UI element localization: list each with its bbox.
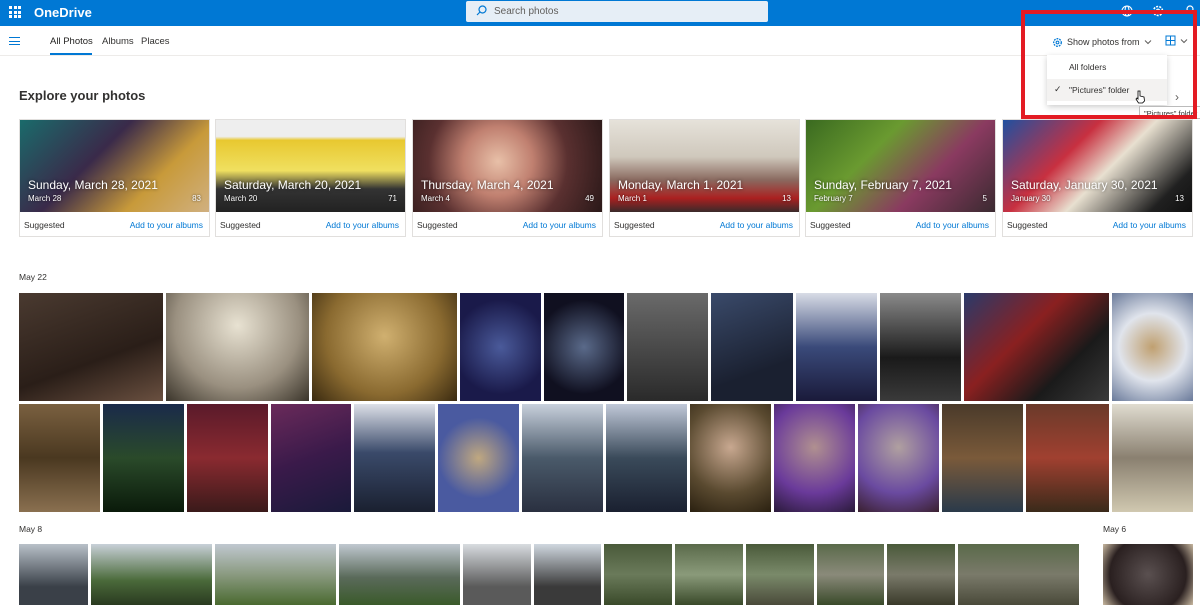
suggested-album-card[interactable]: Sunday, February 7, 2021 February 7 5 Su… bbox=[805, 119, 996, 237]
photo-thumbnail[interactable] bbox=[887, 544, 955, 605]
tab-all-photos[interactable]: All Photos bbox=[50, 36, 93, 47]
add-to-albums-link[interactable]: Add to your albums bbox=[523, 220, 596, 230]
photo-thumbnail[interactable] bbox=[522, 404, 603, 512]
photo-thumbnail[interactable] bbox=[544, 293, 624, 401]
album-count: 83 bbox=[192, 194, 201, 203]
photo-thumbnail[interactable] bbox=[627, 293, 708, 401]
photo-thumbnail[interactable] bbox=[312, 293, 457, 401]
active-tab-indicator bbox=[50, 53, 92, 55]
photo-thumbnail[interactable] bbox=[1112, 404, 1193, 512]
photo-thumbnail[interactable] bbox=[817, 544, 884, 605]
search-placeholder: Search photos bbox=[494, 6, 559, 17]
photo-thumbnail[interactable] bbox=[91, 544, 212, 605]
photo-thumbnail[interactable] bbox=[796, 293, 877, 401]
date-group-header: May 6 bbox=[1103, 524, 1127, 534]
album-subtitle: March 4 bbox=[421, 194, 450, 203]
add-to-albums-link[interactable]: Add to your albums bbox=[130, 220, 203, 230]
photo-thumbnail[interactable] bbox=[19, 293, 163, 401]
photo-thumbnail[interactable] bbox=[19, 544, 88, 605]
album-subtitle: March 28 bbox=[28, 194, 62, 203]
album-count: 49 bbox=[585, 194, 594, 203]
photo-thumbnail[interactable] bbox=[1103, 544, 1193, 605]
album-subtitle: January 30 bbox=[1011, 194, 1051, 203]
album-count: 5 bbox=[982, 194, 987, 203]
app-title[interactable]: OneDrive bbox=[34, 5, 92, 20]
add-to-albums-link[interactable]: Add to your albums bbox=[326, 220, 399, 230]
photo-thumbnail[interactable] bbox=[271, 404, 351, 512]
album-count: 71 bbox=[388, 194, 397, 203]
search-input[interactable]: Search photos bbox=[466, 1, 768, 22]
photo-thumbnail[interactable] bbox=[604, 544, 672, 605]
tab-places[interactable]: Places bbox=[141, 36, 170, 47]
album-count: 13 bbox=[1175, 194, 1184, 203]
photo-thumbnail[interactable] bbox=[215, 544, 336, 605]
album-date: Saturday, January 30, 2021 bbox=[1011, 178, 1158, 192]
add-to-albums-link[interactable]: Add to your albums bbox=[720, 220, 793, 230]
photo-thumbnail[interactable] bbox=[964, 293, 1109, 401]
add-to-albums-link[interactable]: Add to your albums bbox=[1113, 220, 1186, 230]
page-title: Explore your photos bbox=[19, 88, 146, 103]
photo-thumbnail[interactable] bbox=[534, 544, 601, 605]
nav-bar: All Photos Albums Places Show photos fro… bbox=[0, 26, 1200, 56]
photo-thumbnail[interactable] bbox=[354, 404, 435, 512]
suggested-album-card[interactable]: Sunday, March 28, 2021 March 28 83 Sugge… bbox=[19, 119, 210, 237]
suggested-album-card[interactable]: Thursday, March 4, 2021 March 4 49 Sugge… bbox=[412, 119, 603, 237]
app-launcher-icon[interactable] bbox=[9, 6, 21, 18]
photo-thumbnail[interactable] bbox=[19, 404, 100, 512]
top-bar: OneDrive Search photos bbox=[0, 0, 1200, 26]
photo-thumbnail[interactable] bbox=[1112, 293, 1193, 401]
search-icon bbox=[476, 5, 487, 16]
album-date: Sunday, March 28, 2021 bbox=[28, 178, 158, 192]
highlight-box bbox=[1021, 10, 1197, 119]
suggested-album-card[interactable]: Saturday, March 20, 2021 March 20 71 Sug… bbox=[215, 119, 406, 237]
photo-thumbnail[interactable] bbox=[339, 544, 460, 605]
chevron-right-icon[interactable]: › bbox=[1175, 90, 1179, 104]
album-subtitle: February 7 bbox=[814, 194, 853, 203]
menu-icon[interactable] bbox=[9, 37, 20, 45]
photo-thumbnail[interactable] bbox=[187, 404, 268, 512]
album-date: Monday, March 1, 2021 bbox=[618, 178, 744, 192]
photo-thumbnail[interactable] bbox=[711, 293, 793, 401]
photo-thumbnail[interactable] bbox=[690, 404, 771, 512]
photo-thumbnail[interactable] bbox=[675, 544, 743, 605]
photo-thumbnail[interactable] bbox=[463, 544, 531, 605]
suggested-label: Suggested bbox=[24, 220, 65, 230]
photo-thumbnail[interactable] bbox=[606, 404, 687, 512]
album-subtitle: March 1 bbox=[618, 194, 647, 203]
date-group-header: May 22 bbox=[19, 272, 47, 282]
photo-thumbnail[interactable] bbox=[746, 544, 814, 605]
album-subtitle: March 20 bbox=[224, 194, 258, 203]
photo-thumbnail[interactable] bbox=[460, 293, 541, 401]
photo-thumbnail[interactable] bbox=[958, 544, 1079, 605]
add-to-albums-link[interactable]: Add to your albums bbox=[916, 220, 989, 230]
album-date: Thursday, March 4, 2021 bbox=[421, 178, 554, 192]
photo-thumbnail[interactable] bbox=[438, 404, 519, 512]
suggested-label: Suggested bbox=[810, 220, 851, 230]
photo-thumbnail[interactable] bbox=[858, 404, 939, 512]
suggested-album-card[interactable]: Saturday, January 30, 2021 January 30 13… bbox=[1002, 119, 1193, 237]
photo-thumbnail[interactable] bbox=[942, 404, 1023, 512]
photo-thumbnail[interactable] bbox=[166, 293, 309, 401]
photo-thumbnail[interactable] bbox=[774, 404, 855, 512]
photo-thumbnail[interactable] bbox=[880, 293, 961, 401]
photo-thumbnail[interactable] bbox=[103, 404, 184, 512]
album-date: Saturday, March 20, 2021 bbox=[224, 178, 362, 192]
tab-albums[interactable]: Albums bbox=[102, 36, 134, 47]
suggested-label: Suggested bbox=[614, 220, 655, 230]
suggested-label: Suggested bbox=[220, 220, 261, 230]
suggested-label: Suggested bbox=[1007, 220, 1048, 230]
album-count: 13 bbox=[782, 194, 791, 203]
date-group-header: May 8 bbox=[19, 524, 43, 534]
suggested-label: Suggested bbox=[417, 220, 458, 230]
album-date: Sunday, February 7, 2021 bbox=[814, 178, 952, 192]
photo-thumbnail[interactable] bbox=[1026, 404, 1109, 512]
suggested-album-card[interactable]: Monday, March 1, 2021 March 1 13 Suggest… bbox=[609, 119, 800, 237]
